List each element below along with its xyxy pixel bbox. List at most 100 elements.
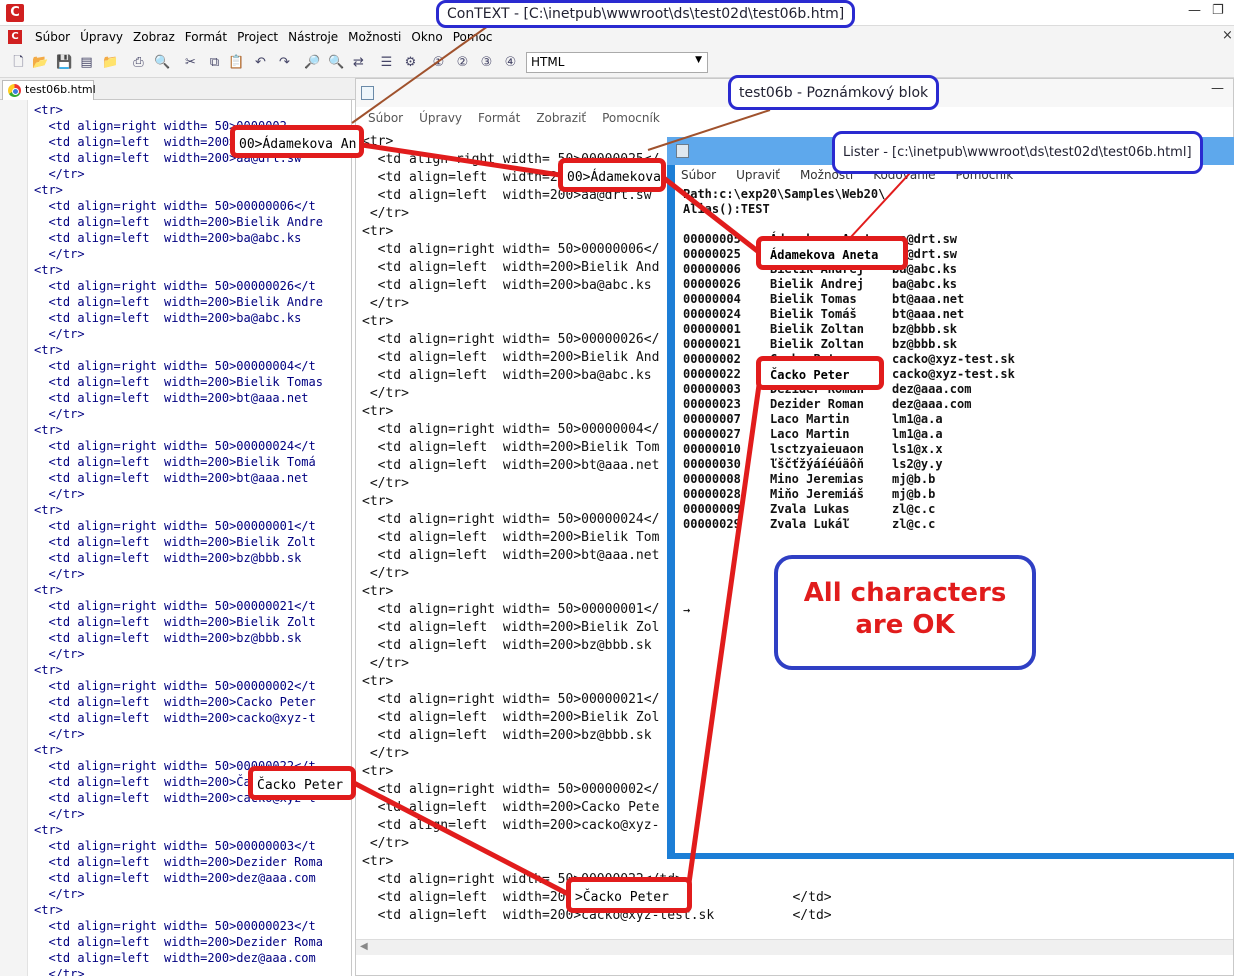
open-file-icon[interactable]: 📂 <box>32 54 49 71</box>
row-name: Bielik Zoltan <box>770 322 864 336</box>
print-icon[interactable]: ⎙ <box>130 54 147 71</box>
lister-row: 00000029 Zvala Lukáľ zl@c.c <box>683 517 1015 532</box>
row-email: lm1@a.a <box>892 427 943 441</box>
message-line-1: All characters <box>803 578 1007 608</box>
copy-icon[interactable]: ⧉ <box>206 54 223 71</box>
np-menu-format[interactable]: Formát <box>470 111 528 125</box>
lister-row: 00000001 Bielik Zoltan bz@bbb.sk <box>683 322 1015 337</box>
menu-zobraz[interactable]: Zobraz <box>128 30 180 44</box>
replace-icon[interactable]: ⇄ <box>350 54 367 71</box>
notepad-horizontal-scrollbar[interactable]: ◀ <box>356 939 1233 955</box>
row-email: bt@aaa.net <box>892 307 965 321</box>
np-menu-zobrazit[interactable]: Zobraziť <box>528 111 594 125</box>
code-line: <tr> <box>34 423 63 437</box>
open-folder-icon[interactable]: 📁 <box>102 54 119 71</box>
row-name: Laco Martin <box>770 427 850 441</box>
context-app-icon[interactable]: C <box>6 4 24 22</box>
restore-icon[interactable]: ❐ <box>1212 3 1224 18</box>
row-email: ls2@y.y <box>892 457 943 471</box>
menu-pomoc[interactable]: Pomoc <box>448 30 498 44</box>
code-line: <tr> <box>34 183 63 197</box>
row-id: 00000029 <box>683 517 741 531</box>
row-email: zl@c.c <box>892 517 936 531</box>
user-command-4-icon[interactable]: ④ <box>502 54 519 71</box>
row-email: cacko@xyz-test.sk <box>892 352 1015 366</box>
user-command-3-icon[interactable]: ③ <box>478 54 495 71</box>
settings-icon[interactable]: ⚙ <box>402 54 419 71</box>
lister-window: Súbor Upraviť Možnosti Kódovanie Pomocní… <box>667 137 1234 859</box>
code-line: <td align=right width= 50>00000004</t <box>34 359 316 373</box>
row-name: Bielik Zoltan <box>770 337 864 351</box>
context-editor-pane[interactable]: <tr> <td align=right width= 50>0000002 <… <box>0 100 352 976</box>
find-next-icon[interactable]: 🔍 <box>328 54 345 71</box>
chrome-icon <box>8 84 21 97</box>
file-properties-icon[interactable]: ☰ <box>378 54 395 71</box>
lister-alias-line: Alias():TEST <box>683 202 770 216</box>
code-line: </tr> <box>34 247 85 261</box>
menu-nastroje[interactable]: Nástroje <box>283 30 343 44</box>
minimize-icon[interactable]: — <box>1211 81 1224 96</box>
code-line: </tr> <box>34 647 85 661</box>
user-command-1-icon[interactable]: ① <box>430 54 447 71</box>
code-line: <td align=left width=200>Bielik Zolt <box>34 615 316 629</box>
code-line: </tr> <box>34 487 85 501</box>
document-icon[interactable]: C <box>8 30 22 44</box>
lister-menu-subor[interactable]: Súbor <box>681 168 722 182</box>
callout-context-title: ConTEXT - [C:\inetpub\wwwroot\ds\test02d… <box>436 0 856 28</box>
lister-icon[interactable] <box>676 144 689 158</box>
row-name: Laco Martin <box>770 412 850 426</box>
row-email: dez@aaa.com <box>892 397 972 411</box>
minimize-icon[interactable]: — <box>1188 3 1201 18</box>
scroll-left-icon[interactable]: ◀ <box>360 941 368 952</box>
row-name: ľščťžýáíéúäôň <box>770 457 864 471</box>
user-command-2-icon[interactable]: ② <box>454 54 471 71</box>
np-menu-pomocnik[interactable]: Pomocník <box>594 111 668 125</box>
code-line: </tr> <box>34 887 85 901</box>
code-line: <tr> <box>34 903 63 917</box>
code-line: <td align=left width=200>Dezider Roma <box>34 855 323 869</box>
lister-path-line: Path:c:\exp20\Samples\Web20\ <box>683 187 886 201</box>
np-menu-upravy[interactable]: Úpravy <box>411 111 470 125</box>
menu-moznosti[interactable]: Možnosti <box>343 30 406 44</box>
notepad-icon[interactable] <box>361 86 374 100</box>
lister-row: 00000010 lsctzyaieuaon ls1@x.x <box>683 442 1015 457</box>
paste-icon[interactable]: 📋 <box>228 54 245 71</box>
row-email: zl@c.c <box>892 502 936 516</box>
code-line: <td align=right width= 50>00000006</t <box>34 199 316 213</box>
find-icon[interactable]: 🔎 <box>304 54 321 71</box>
save-icon[interactable]: 💾 <box>56 54 73 71</box>
code-line: <tr> <box>34 263 63 277</box>
menu-project[interactable]: Project <box>232 30 283 44</box>
print-preview-icon[interactable]: 🔍 <box>154 54 171 71</box>
tab-test06b[interactable]: test06b.html <box>2 80 96 100</box>
notepad-menu-bar: Súbor Úpravy Formát Zobraziť Pomocník <box>356 107 1233 129</box>
code-line: <tr> <box>34 823 63 837</box>
code-line: <td align=left width=200>bz@bbb.sk <box>34 631 302 645</box>
highlighter-select[interactable]: HTML ▼ <box>526 52 708 73</box>
redo-icon[interactable]: ↷ <box>276 54 293 71</box>
lister-row: 00000008 Mino Jeremias mj@b.b <box>683 472 1015 487</box>
row-email: dez@aaa.com <box>892 382 972 396</box>
menu-okno[interactable]: Okno <box>406 30 447 44</box>
code-line: <td align=left width=200>ba@abc.ks <box>34 231 302 245</box>
close-doc-icon[interactable]: × <box>1222 28 1233 43</box>
highlight-adamekova-notepad: 00>Ádamekova <box>558 158 666 192</box>
menu-format[interactable]: Formát <box>180 30 232 44</box>
save-all-icon[interactable]: ▤ <box>78 54 95 71</box>
context-tab-bar: test06b.html <box>0 78 360 100</box>
code-line: <tr> <box>34 663 63 677</box>
undo-icon[interactable]: ↶ <box>252 54 269 71</box>
chevron-down-icon[interactable]: ▼ <box>695 55 702 65</box>
callout-notepad-title: test06b - Poznámkový blok <box>728 75 940 110</box>
row-email: mj@b.b <box>892 472 936 486</box>
code-line: <td align=right width= 50>00000024</t <box>34 439 316 453</box>
row-id: 00000024 <box>683 307 741 321</box>
row-id: 00000026 <box>683 277 741 291</box>
menu-upravy[interactable]: Úpravy <box>75 30 128 44</box>
cut-icon[interactable]: ✂ <box>182 54 199 71</box>
lister-menu-upravit[interactable]: Upraviť <box>736 168 786 182</box>
menu-subor[interactable]: Súbor <box>30 30 75 44</box>
code-line: <td align=left width=200>bt@aaa.net <box>34 391 309 405</box>
np-menu-subor[interactable]: Súbor <box>360 111 411 125</box>
new-file-icon[interactable]: 🗋 <box>10 54 27 71</box>
